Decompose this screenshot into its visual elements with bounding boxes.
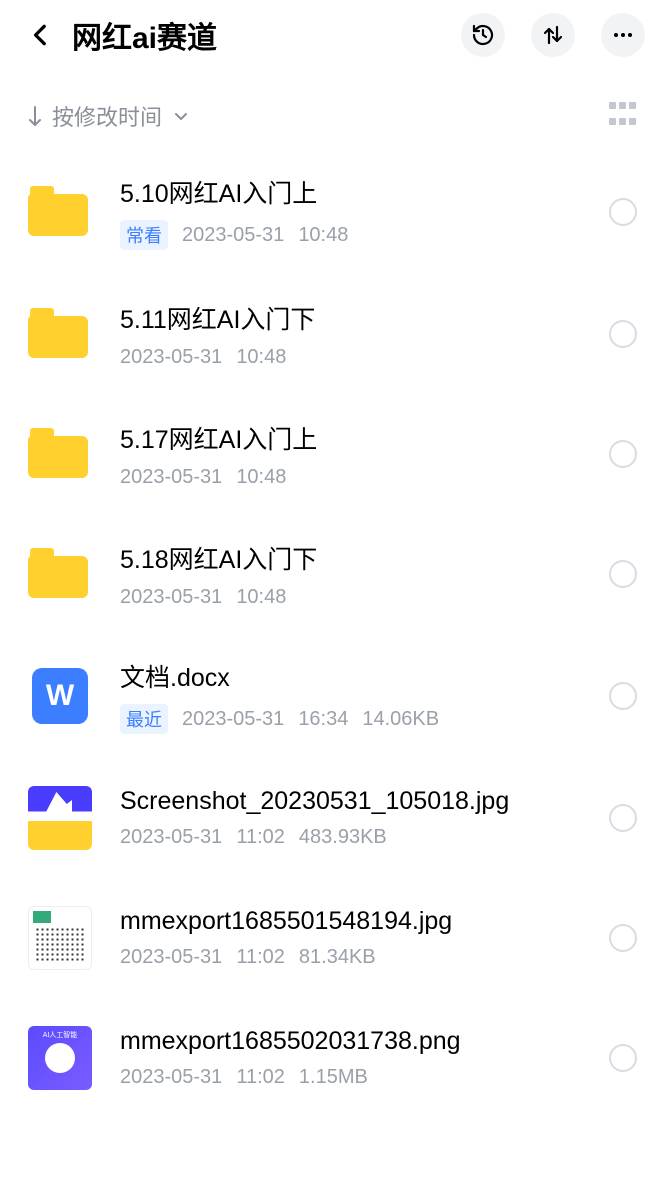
item-date: 2023-05-31 xyxy=(120,346,222,369)
item-date: 2023-05-31 xyxy=(182,224,284,247)
image-thumbnail: AI人工智能 xyxy=(28,1026,92,1090)
item-info: Screenshot_20230531_105018.jpg 2023-05-31… xyxy=(120,787,597,849)
sort-label: 按修改时间 xyxy=(52,100,162,132)
item-name: Screenshot_20230531_105018.jpg xyxy=(120,787,597,816)
item-name: 5.17网红AI入门上 xyxy=(120,420,597,456)
item-info: 文档.docx 最近 2023-05-31 16:34 14.06KB xyxy=(120,658,597,734)
item-size: 81.34KB xyxy=(299,946,376,969)
item-info: 5.10网红AI入门上常看 2023-05-31 10:48 xyxy=(120,174,597,250)
item-name: 文档.docx xyxy=(120,658,597,694)
folder-icon xyxy=(28,422,92,486)
item-name: 5.10网红AI入门上 xyxy=(120,174,597,210)
item-meta: 常看 2023-05-31 10:48 xyxy=(120,220,597,250)
item-info: 5.18网红AI入门下 2023-05-31 10:48 xyxy=(120,540,597,609)
file-list: 5.10网红AI入门上常看 2023-05-31 10:48 5.11网红AI入门下 2… xyxy=(0,150,665,1118)
item-time: 11:02 xyxy=(236,1066,285,1089)
item-time: 11:02 xyxy=(236,826,285,849)
select-radio[interactable] xyxy=(609,1044,637,1072)
list-item[interactable]: 5.17网红AI入门上 2023-05-31 10:48 xyxy=(20,394,645,514)
item-info: 5.11网红AI入门下 2023-05-31 10:48 xyxy=(120,300,597,369)
item-time: 10:48 xyxy=(236,586,286,609)
item-meta: 2023-05-31 11:02 1.15MB xyxy=(120,1066,597,1089)
word-doc-icon: W xyxy=(28,664,92,728)
list-item[interactable]: W 文档.docx 最近 2023-05-31 16:34 14.06KB xyxy=(20,634,645,758)
item-info: mmexport1685501548194.jpg 2023-05-31 11:02… xyxy=(120,907,597,969)
list-item[interactable]: mmexport1685501548194.jpg 2023-05-31 11:02… xyxy=(20,878,645,998)
folder-icon xyxy=(28,542,92,606)
item-info: mmexport1685502031738.png 2023-05-31 11:02… xyxy=(120,1027,597,1089)
view-toggle-button[interactable] xyxy=(609,102,637,130)
item-date: 2023-05-31 xyxy=(120,1066,222,1089)
header-actions xyxy=(461,13,645,57)
more-button[interactable] xyxy=(601,13,645,57)
image-thumbnail xyxy=(28,786,92,850)
item-date: 2023-05-31 xyxy=(120,586,222,609)
select-radio[interactable] xyxy=(609,320,637,348)
item-size: 483.93KB xyxy=(299,826,387,849)
chevron-down-icon xyxy=(172,107,190,125)
item-time: 10:48 xyxy=(236,346,286,369)
back-button[interactable] xyxy=(28,20,58,50)
item-name: mmexport1685501548194.jpg xyxy=(120,907,597,936)
item-info: 5.17网红AI入门上 2023-05-31 10:48 xyxy=(120,420,597,489)
list-item[interactable]: AI人工智能 mmexport1685502031738.png 2023-05-3… xyxy=(20,998,645,1118)
item-meta: 2023-05-31 10:48 xyxy=(120,346,597,369)
item-meta: 2023-05-31 10:48 xyxy=(120,586,597,609)
item-time: 16:34 xyxy=(298,708,348,731)
select-radio[interactable] xyxy=(609,440,637,468)
header: 网红ai赛道 xyxy=(0,0,665,70)
recent-badge: 最近 xyxy=(120,704,168,734)
sort-direction-icon xyxy=(28,105,42,127)
item-meta: 2023-05-31 11:02 81.34KB xyxy=(120,946,597,969)
item-date: 2023-05-31 xyxy=(120,826,222,849)
frequent-badge: 常看 xyxy=(120,220,168,250)
item-name: 5.11网红AI入门下 xyxy=(120,300,597,336)
item-size: 14.06KB xyxy=(362,708,439,731)
list-item[interactable]: 5.10网红AI入门上常看 2023-05-31 10:48 xyxy=(20,150,645,274)
select-radio[interactable] xyxy=(609,198,637,226)
history-button[interactable] xyxy=(461,13,505,57)
image-thumbnail xyxy=(28,906,92,970)
item-meta: 2023-05-31 11:02 483.93KB xyxy=(120,826,597,849)
item-name: mmexport1685502031738.png xyxy=(120,1027,597,1056)
list-item[interactable]: 5.11网红AI入门下 2023-05-31 10:48 xyxy=(20,274,645,394)
select-radio[interactable] xyxy=(609,804,637,832)
item-time: 11:02 xyxy=(236,946,285,969)
folder-icon xyxy=(28,302,92,366)
item-meta: 2023-05-31 10:48 xyxy=(120,466,597,489)
item-date: 2023-05-31 xyxy=(182,708,284,731)
item-time: 10:48 xyxy=(298,224,348,247)
item-size: 1.15MB xyxy=(299,1066,368,1089)
sort-bar: 按修改时间 xyxy=(0,70,665,150)
list-item[interactable]: Screenshot_20230531_105018.jpg 2023-05-31… xyxy=(20,758,645,878)
item-date: 2023-05-31 xyxy=(120,466,222,489)
page-title: 网红ai赛道 xyxy=(72,13,461,57)
item-meta: 最近 2023-05-31 16:34 14.06KB xyxy=(120,704,597,734)
select-radio[interactable] xyxy=(609,682,637,710)
select-radio[interactable] xyxy=(609,924,637,952)
item-name: 5.18网红AI入门下 xyxy=(120,540,597,576)
sort-button[interactable]: 按修改时间 xyxy=(28,100,190,132)
select-radio[interactable] xyxy=(609,560,637,588)
folder-icon xyxy=(28,180,92,244)
item-date: 2023-05-31 xyxy=(120,946,222,969)
transfer-button[interactable] xyxy=(531,13,575,57)
list-item[interactable]: 5.18网红AI入门下 2023-05-31 10:48 xyxy=(20,514,645,634)
item-time: 10:48 xyxy=(236,466,286,489)
